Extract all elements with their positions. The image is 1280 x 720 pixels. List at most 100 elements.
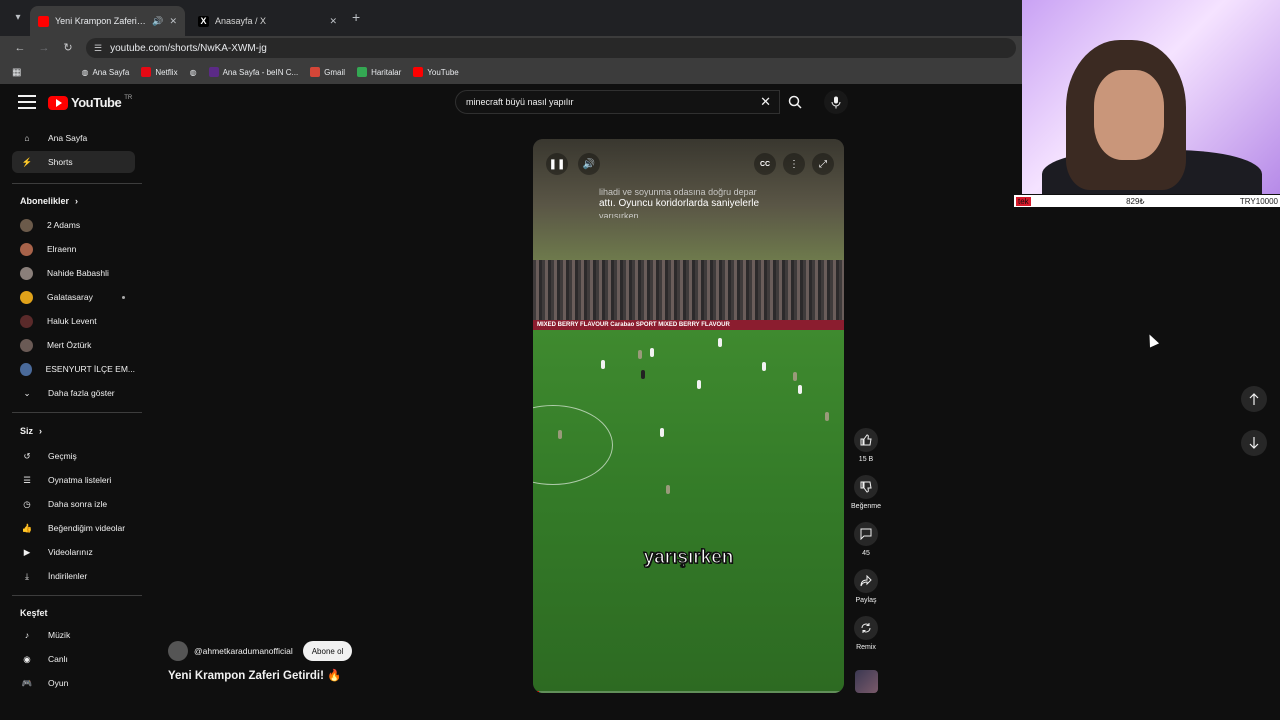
sidebar-item-haluk-levent[interactable]: Haluk Levent	[12, 310, 135, 332]
shorts-icon: ⚡	[21, 156, 33, 167]
fullscreen-icon: ⤢	[819, 158, 827, 170]
reload-icon[interactable]: ↻	[60, 40, 76, 56]
more-options-button[interactable]: ⋮	[783, 153, 805, 175]
divider	[12, 595, 142, 596]
globe-icon: ◍	[189, 67, 197, 77]
new-tab-icon[interactable]: +	[352, 9, 360, 25]
sidebar-item-playlists[interactable]: ☰ Oynatma listeleri	[12, 469, 135, 491]
site-info-icon[interactable]: ☰	[94, 43, 102, 54]
advertising-board: MIXED BERRY FLAVOUR Carabao SPORT MIXED …	[533, 320, 844, 330]
sidebar-item-watch-later[interactable]: ◷ Daha sonra izle	[12, 493, 135, 515]
sidebar-item-live[interactable]: ◉ Canlı	[12, 648, 135, 670]
sidebar-item-liked-videos[interactable]: 👍 Beğendiğim videolar	[12, 517, 135, 539]
player	[660, 428, 664, 437]
sidebar-item-history[interactable]: ↺ Geçmiş	[12, 445, 135, 467]
search-button[interactable]	[780, 90, 810, 114]
search-input[interactable]: minecraft büyü nasıl yapılır ✕	[455, 90, 780, 114]
new-content-dot	[122, 296, 125, 299]
tab-title: Anasayfa / X	[215, 16, 267, 26]
bookmark-globe[interactable]: ◍	[190, 68, 197, 77]
back-icon[interactable]: ←	[12, 40, 28, 56]
sidebar-item-your-videos[interactable]: ▶ Videolarınız	[12, 541, 135, 563]
sidebar-item-esenyurt[interactable]: ESENYURT İLÇE EM...	[12, 358, 135, 380]
channel-info: @ahmetkaradumanofficial Abone ol	[168, 641, 353, 661]
sidebar-item-elraenn[interactable]: Elraenn	[12, 238, 135, 260]
you-heading[interactable]: Siz ›	[20, 426, 42, 436]
shorts-player[interactable]: lihadi ve soyunma odasına doğru depar at…	[533, 139, 844, 693]
remix-label: Remix	[856, 644, 876, 651]
bookmarks-bar: ▦ ◍ Ana Sayfa Netflix ◍ Ana Sayfa - beIN …	[0, 60, 1022, 84]
sidebar-item-nahide[interactable]: Nahide Babashli	[12, 262, 135, 284]
menu-icon[interactable]	[18, 95, 36, 109]
tab-x[interactable]: X Anasayfa / X ✕	[190, 6, 345, 36]
tab-close-icon[interactable]: ✕	[169, 16, 177, 27]
sidebar-item-label: İndirilenler	[48, 571, 88, 581]
progress-bar[interactable]	[533, 691, 844, 693]
next-short-button[interactable]	[1241, 430, 1267, 456]
tab-search-icon[interactable]: ▾	[10, 10, 26, 26]
channel-avatar[interactable]	[168, 641, 188, 661]
playlist-icon: ☰	[23, 474, 31, 485]
avatar	[20, 338, 33, 352]
webcam-overlay	[1022, 0, 1280, 194]
bookmark-ana-sayfa[interactable]: ◍ Ana Sayfa	[81, 68, 129, 77]
comments-button[interactable]: 45	[850, 522, 882, 557]
speaker-icon[interactable]: 🔊	[152, 16, 163, 27]
apps-grid-icon[interactable]: ▦	[12, 67, 21, 78]
sidebar-item-label: Oyun	[48, 678, 69, 688]
dislike-label: Beğenme	[851, 503, 881, 510]
forward-icon[interactable]: →	[36, 40, 52, 56]
divider	[12, 183, 142, 184]
chevron-right-icon: ›	[39, 426, 43, 436]
fullscreen-button[interactable]: ⤢	[812, 153, 834, 175]
url-field[interactable]: ☰ youtube.com/shorts/NwKA-XWM-jg	[86, 38, 1016, 58]
microphone-icon	[831, 96, 841, 108]
previous-short-button[interactable]	[1241, 386, 1267, 412]
show-more-button[interactable]: ⌄ Daha fazla göster	[12, 382, 135, 404]
bookmark-netflix[interactable]: Netflix	[141, 67, 178, 77]
like-button[interactable]: 15 B	[850, 428, 882, 463]
tab-youtube[interactable]: Yeni Krampon Zaferi Getirdi 🔊 ✕	[30, 6, 185, 36]
channel-handle[interactable]: @ahmetkaradumanofficial	[194, 646, 293, 656]
sidebar-item-shorts[interactable]: ⚡ Shorts	[12, 151, 135, 173]
sound-thumbnail[interactable]	[855, 670, 878, 693]
sidebar-item-mert-ozturk[interactable]: Mert Öztürk	[12, 334, 135, 356]
captions-button[interactable]: CC	[754, 153, 776, 175]
thumbs-up-icon	[854, 428, 878, 452]
share-button[interactable]: Paylaş	[850, 569, 882, 604]
short-title[interactable]: Yeni Krampon Zaferi Getirdi! 🔥	[168, 668, 341, 682]
bookmark-bein[interactable]: Ana Sayfa - beIN C...	[208, 67, 298, 77]
explore-heading: Keşfet	[20, 608, 48, 618]
gaming-icon: 🎮	[21, 677, 33, 688]
youtube-logo[interactable]: YouTube TR	[48, 95, 132, 110]
dislike-button[interactable]: Beğenme	[850, 475, 882, 510]
sidebar-item-2-adams[interactable]: 2 Adams	[12, 214, 135, 236]
bookmark-maps[interactable]: Haritalar	[357, 67, 401, 77]
sidebar-item-label: Müzik	[48, 630, 71, 640]
chevron-right-icon: ›	[75, 196, 79, 206]
volume-button[interactable]: 🔊	[578, 153, 600, 175]
sidebar-item-downloads[interactable]: ⤓ İndirilenler	[12, 565, 135, 587]
subscribe-button[interactable]: Abone ol	[302, 641, 353, 661]
player	[798, 385, 802, 394]
sidebar-item-home[interactable]: ⌂ Ana Sayfa	[12, 127, 135, 149]
pause-button[interactable]: ❚❚	[546, 153, 568, 175]
player	[793, 372, 797, 381]
ticker-left: tek	[1016, 196, 1031, 206]
bookmark-gmail[interactable]: Gmail	[310, 67, 345, 77]
remix-button[interactable]: Remix	[850, 616, 882, 651]
bookmark-youtube[interactable]: YouTube	[413, 67, 459, 77]
progress-fill	[533, 691, 540, 693]
player	[650, 348, 654, 357]
sidebar-item-gaming[interactable]: 🎮 Oyun	[12, 672, 135, 694]
sidebar-item-galatasaray[interactable]: Galatasaray	[12, 286, 135, 308]
address-bar-row: ← → ↻ ☰ youtube.com/shorts/NwKA-XWM-jg	[0, 36, 1022, 60]
music-icon: ♪	[24, 630, 30, 640]
clear-search-icon[interactable]: ✕	[760, 94, 771, 110]
subscriptions-heading[interactable]: Abonelikler ›	[20, 196, 78, 206]
tab-close-icon[interactable]: ✕	[329, 16, 337, 27]
sidebar-item-music[interactable]: ♪ Müzik	[12, 624, 135, 646]
youtube-icon	[38, 15, 49, 27]
voice-search-button[interactable]	[824, 90, 848, 114]
volume-icon: 🔊	[582, 158, 596, 170]
